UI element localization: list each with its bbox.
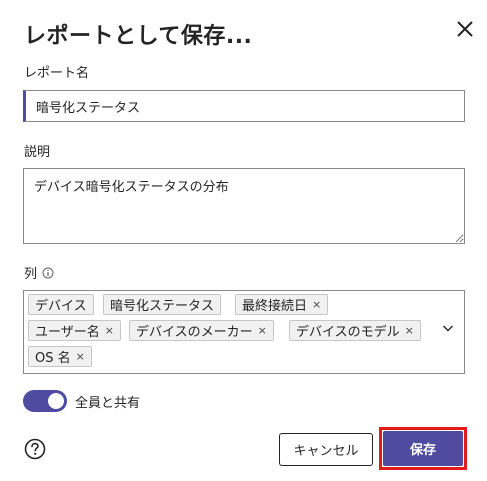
help-icon[interactable]	[24, 438, 46, 460]
column-chip-label: ユーザー名	[35, 325, 100, 340]
column-chip-label: OS 名	[35, 351, 71, 366]
dialog-title: レポートとして保存...	[24, 24, 253, 49]
save-button[interactable]: 保存	[383, 431, 463, 466]
close-icon	[457, 21, 473, 37]
columns-picker[interactable]: デバイス 暗号化ステータス 最終接続日 × ユーザー名 × デバイスのメーカー …	[23, 290, 465, 374]
remove-chip-icon[interactable]: ×	[76, 350, 85, 363]
column-chip: ユーザー名 ×	[28, 320, 121, 341]
column-chip-label: デバイス	[35, 299, 87, 314]
column-chip: デバイスのモデル ×	[289, 320, 421, 341]
column-chip-label: デバイスのモデル	[296, 325, 400, 340]
report-name-label: レポート名	[24, 66, 90, 81]
remove-chip-icon[interactable]: ×	[312, 298, 321, 311]
share-toggle-row: 全員と共有	[23, 390, 140, 412]
remove-chip-icon[interactable]: ×	[105, 324, 114, 337]
column-chip: デバイスのメーカー ×	[129, 320, 274, 341]
info-icon[interactable]	[42, 267, 54, 279]
description-label: 説明	[24, 145, 51, 160]
column-chip: 最終接続日 ×	[235, 294, 329, 315]
column-chip-label: デバイスのメーカー	[136, 325, 253, 340]
remove-chip-icon[interactable]: ×	[258, 324, 267, 337]
columns-label: 列	[24, 267, 38, 282]
column-chip: デバイス	[28, 294, 94, 315]
chevron-down-icon[interactable]	[442, 323, 454, 333]
share-toggle-label: 全員と共有	[75, 395, 141, 411]
share-toggle[interactable]	[23, 390, 67, 412]
report-name-input[interactable]	[23, 90, 465, 122]
column-chip: 暗号化ステータス	[103, 294, 222, 315]
description-textarea[interactable]: デバイス暗号化ステータスの分布	[23, 168, 465, 244]
columns-label-row: 列	[24, 263, 54, 282]
remove-chip-icon[interactable]: ×	[405, 324, 414, 337]
column-chip-label: 暗号化ステータス	[110, 299, 215, 314]
column-chip: OS 名 ×	[28, 346, 92, 367]
cancel-button[interactable]: キャンセル	[279, 433, 373, 466]
column-chip-label: 最終接続日	[242, 299, 308, 314]
toggle-knob	[48, 393, 64, 409]
close-button[interactable]	[452, 16, 478, 42]
